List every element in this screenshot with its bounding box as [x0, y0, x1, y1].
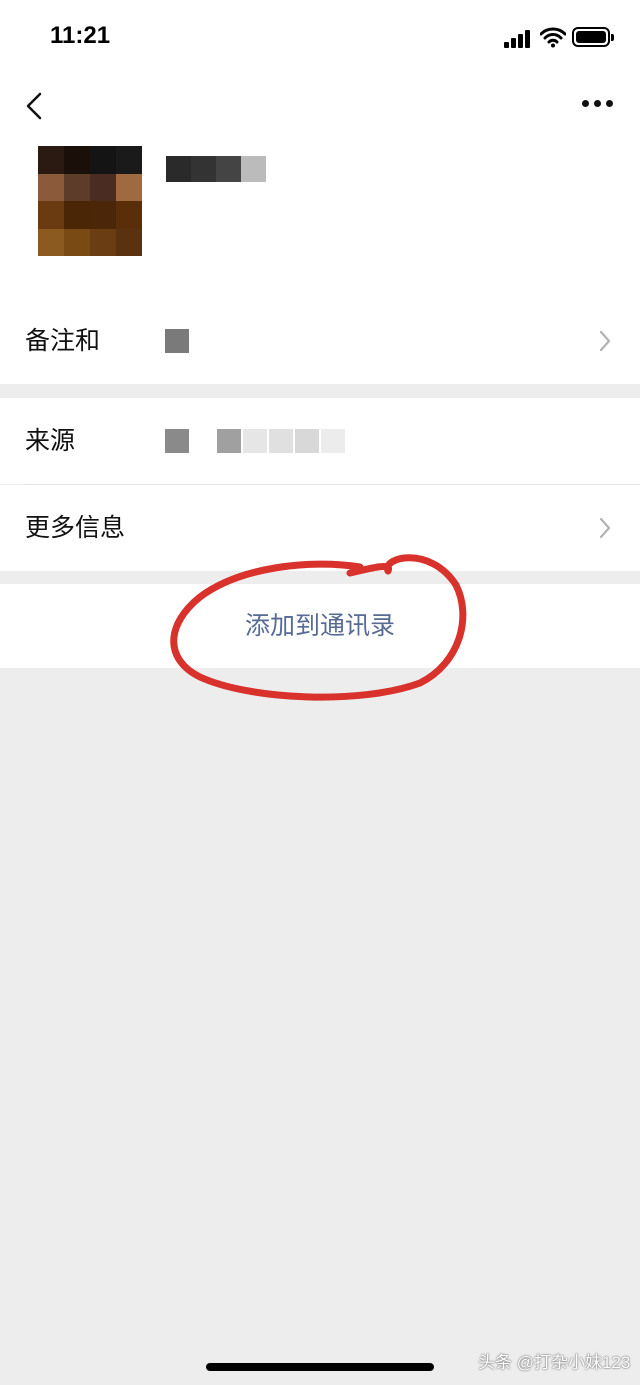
cellular-signal-icon — [504, 28, 534, 48]
avatar-mosaic-block — [64, 228, 90, 256]
avatar-mosaic-block — [90, 146, 116, 174]
source-value-pixelated — [165, 429, 345, 453]
mosaic-block — [243, 429, 267, 453]
avatar-mosaic-block — [116, 173, 142, 201]
avatar — [38, 146, 142, 256]
avatar-mosaic-block — [64, 173, 90, 201]
add-to-contacts-section: 添加到通讯录 — [0, 584, 640, 668]
avatar-mosaic-block — [90, 228, 116, 256]
remark-row[interactable]: 备注和 — [0, 298, 640, 384]
chevron-right-icon — [599, 330, 611, 352]
home-indicator[interactable] — [206, 1363, 434, 1371]
profile-header — [0, 136, 640, 298]
nickname-mosaic-block — [166, 156, 191, 182]
more-options-icon[interactable] — [580, 94, 614, 114]
mosaic-block — [217, 429, 241, 453]
source-row: 来源 — [0, 398, 640, 484]
avatar-mosaic-block — [64, 146, 90, 174]
mosaic-block — [191, 429, 215, 453]
mosaic-block — [269, 429, 293, 453]
wifi-icon — [540, 27, 566, 48]
avatar-mosaic-block — [64, 201, 90, 229]
status-time: 11:21 — [50, 22, 111, 49]
avatar-mosaic-block — [38, 146, 64, 174]
remark-label: 备注和 — [25, 326, 101, 355]
avatar-mosaic-block — [116, 146, 142, 174]
mosaic-block — [295, 429, 319, 453]
avatar-mosaic-block — [90, 173, 116, 201]
nickname-mosaic-block — [216, 156, 241, 182]
avatar-mosaic-block — [38, 228, 64, 256]
source-label: 来源 — [25, 426, 76, 455]
avatar-mosaic-block — [38, 173, 64, 201]
status-bar: 11:21 — [0, 0, 640, 76]
watermark: 头条 @打杂小妹123 — [478, 1353, 631, 1372]
mosaic-block — [165, 329, 189, 353]
navigation-bar — [0, 76, 640, 136]
back-arrow-icon[interactable] — [22, 84, 46, 128]
avatar-mosaic-block — [116, 201, 142, 229]
nickname-mosaic-block — [191, 156, 216, 182]
nickname-pixelated — [166, 156, 266, 182]
remark-value-pixelated — [165, 329, 189, 353]
more-info-label: 更多信息 — [25, 513, 126, 542]
battery-icon — [572, 27, 614, 47]
avatar-mosaic-block — [38, 201, 64, 229]
mosaic-block — [321, 429, 345, 453]
avatar-mosaic-block — [90, 201, 116, 229]
chevron-right-icon — [599, 517, 611, 539]
nickname-mosaic-block — [241, 156, 266, 182]
more-info-row[interactable]: 更多信息 — [0, 485, 640, 571]
add-to-contacts-button[interactable]: 添加到通讯录 — [0, 584, 640, 668]
avatar-mosaic-block — [116, 228, 142, 256]
mosaic-block — [165, 429, 189, 453]
